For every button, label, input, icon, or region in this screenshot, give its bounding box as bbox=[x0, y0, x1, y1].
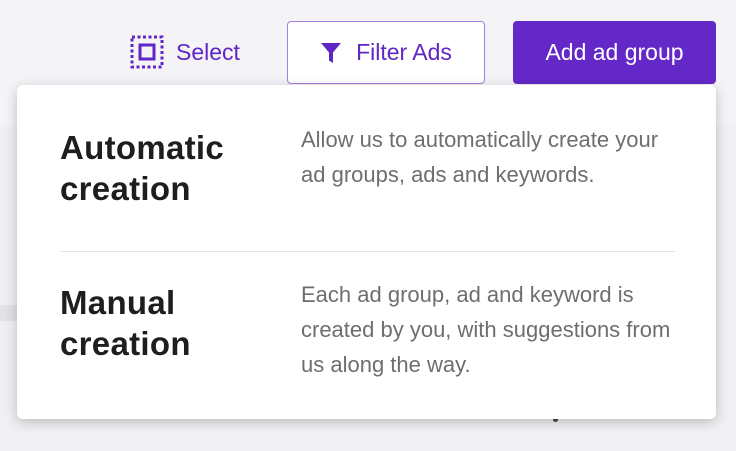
add-ad-group-button[interactable]: Add ad group bbox=[513, 21, 716, 84]
select-button-label: Select bbox=[176, 38, 240, 65]
option-description: Each ad group, ad and keyword is created… bbox=[301, 282, 671, 377]
option-description: Allow us to automatically create your ad… bbox=[301, 127, 659, 187]
add-ad-group-dropdown: Automatic creation Allow us to automatic… bbox=[17, 85, 716, 419]
select-button[interactable]: Select bbox=[130, 33, 240, 71]
filter-icon bbox=[321, 42, 342, 63]
manual-creation-option[interactable]: Manual creation Each ad group, ad and ke… bbox=[60, 252, 676, 419]
filter-ads-button[interactable]: Filter Ads bbox=[287, 21, 485, 84]
option-title: Manual creation bbox=[60, 284, 191, 362]
add-ad-group-button-label: Add ad group bbox=[545, 39, 684, 65]
option-title: Automatic creation bbox=[60, 129, 225, 207]
automatic-creation-option[interactable]: Automatic creation Allow us to automatic… bbox=[60, 85, 676, 251]
select-icon bbox=[130, 35, 164, 69]
filter-ads-button-label: Filter Ads bbox=[356, 39, 452, 65]
